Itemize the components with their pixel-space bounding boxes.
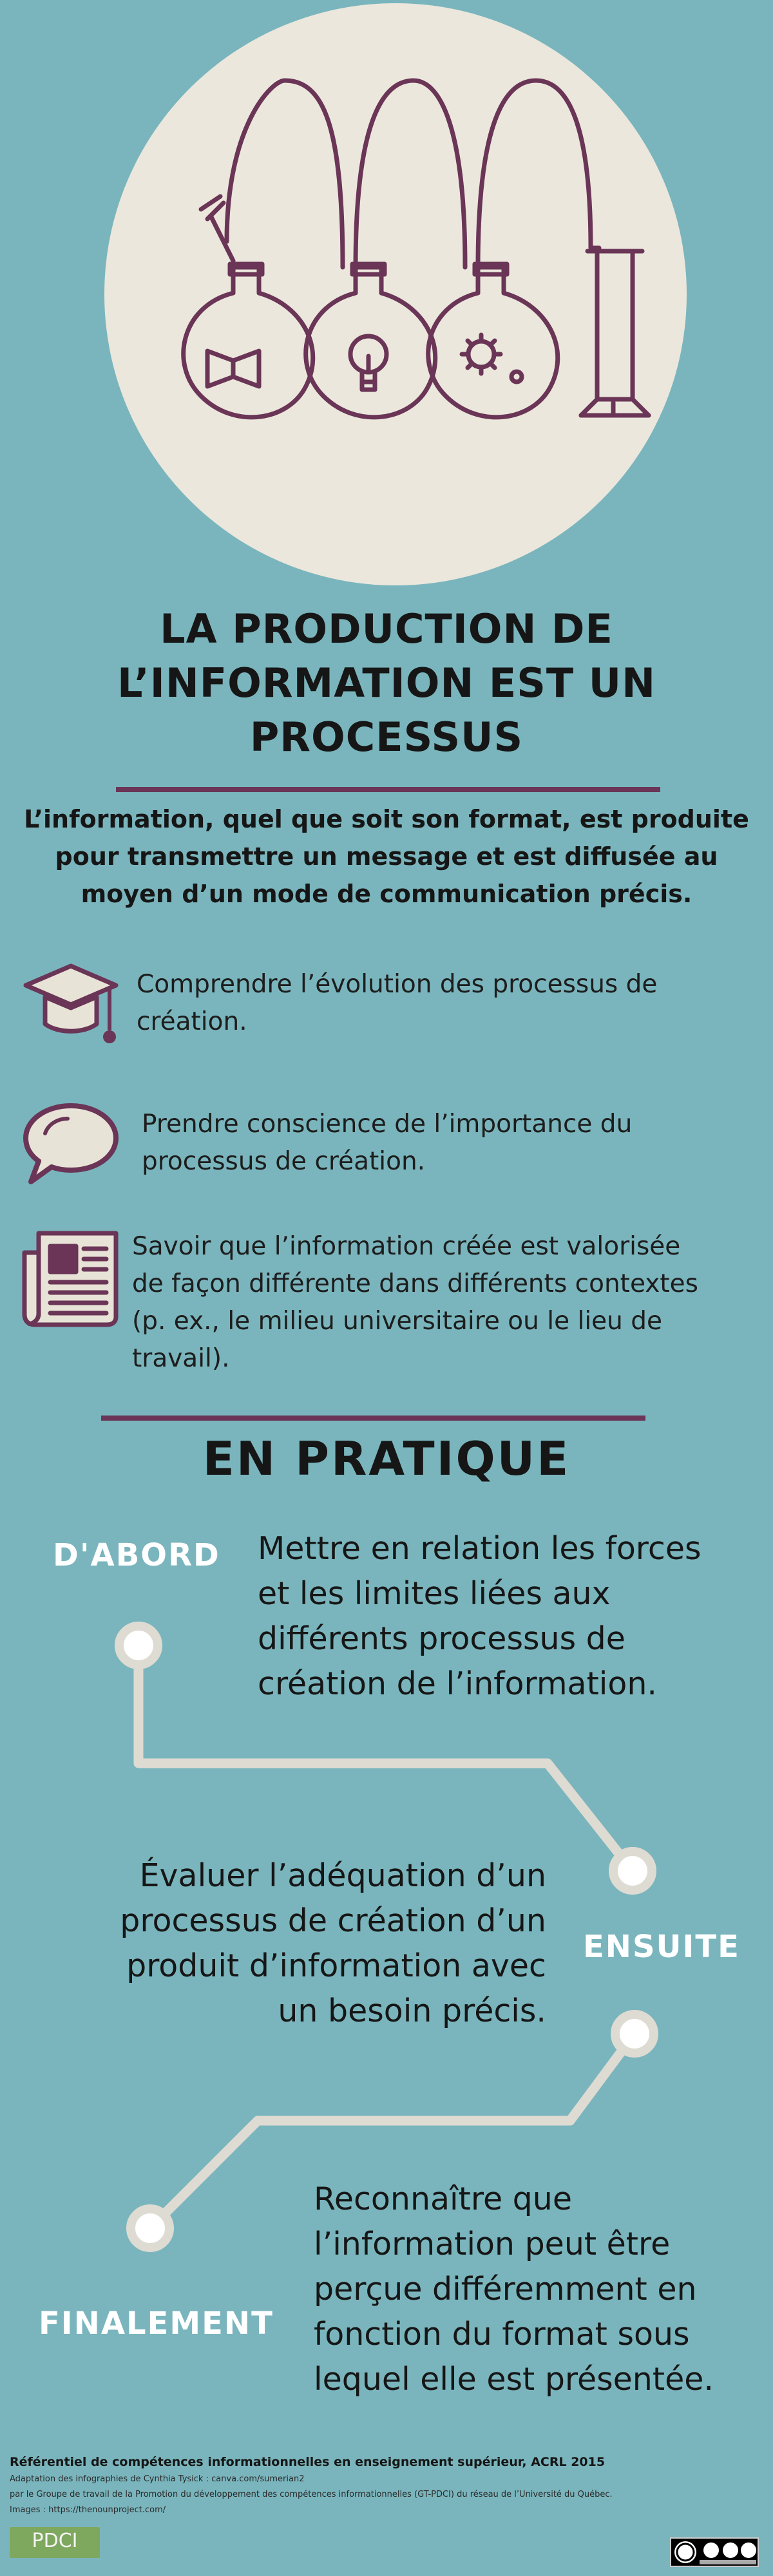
- step-2-text: Évaluer l’adéquation d’un processus de c…: [120, 1857, 546, 2029]
- step-3-label: FINALEMENT: [39, 2306, 274, 2342]
- footer-reference: Référentiel de compétences informationne…: [10, 2455, 606, 2469]
- step-1-label: D'ABORD: [53, 1537, 220, 1573]
- step-2-end-node: [611, 2010, 658, 2058]
- step-1-node: [115, 1622, 162, 1669]
- footer-group: par le Groupe de travail de la Promotion…: [10, 2490, 613, 2499]
- step-3-node: [126, 2204, 174, 2252]
- creative-commons-license-icon: [670, 2537, 759, 2567]
- step-2-label: ENSUITE: [583, 1929, 740, 1965]
- step-3-text: Reconnaître que l’information peut être …: [314, 2181, 714, 2398]
- step-1-text: Mettre en relation les forces et les lim…: [258, 1530, 701, 1702]
- footer-images: Images : https://thenounproject.com/: [10, 2505, 166, 2515]
- footer-adaptation: Adaptation des infographies de Cynthia T…: [10, 2474, 305, 2484]
- step-2-node: [609, 1847, 656, 1895]
- pdci-logo: PDCI: [10, 2527, 100, 2558]
